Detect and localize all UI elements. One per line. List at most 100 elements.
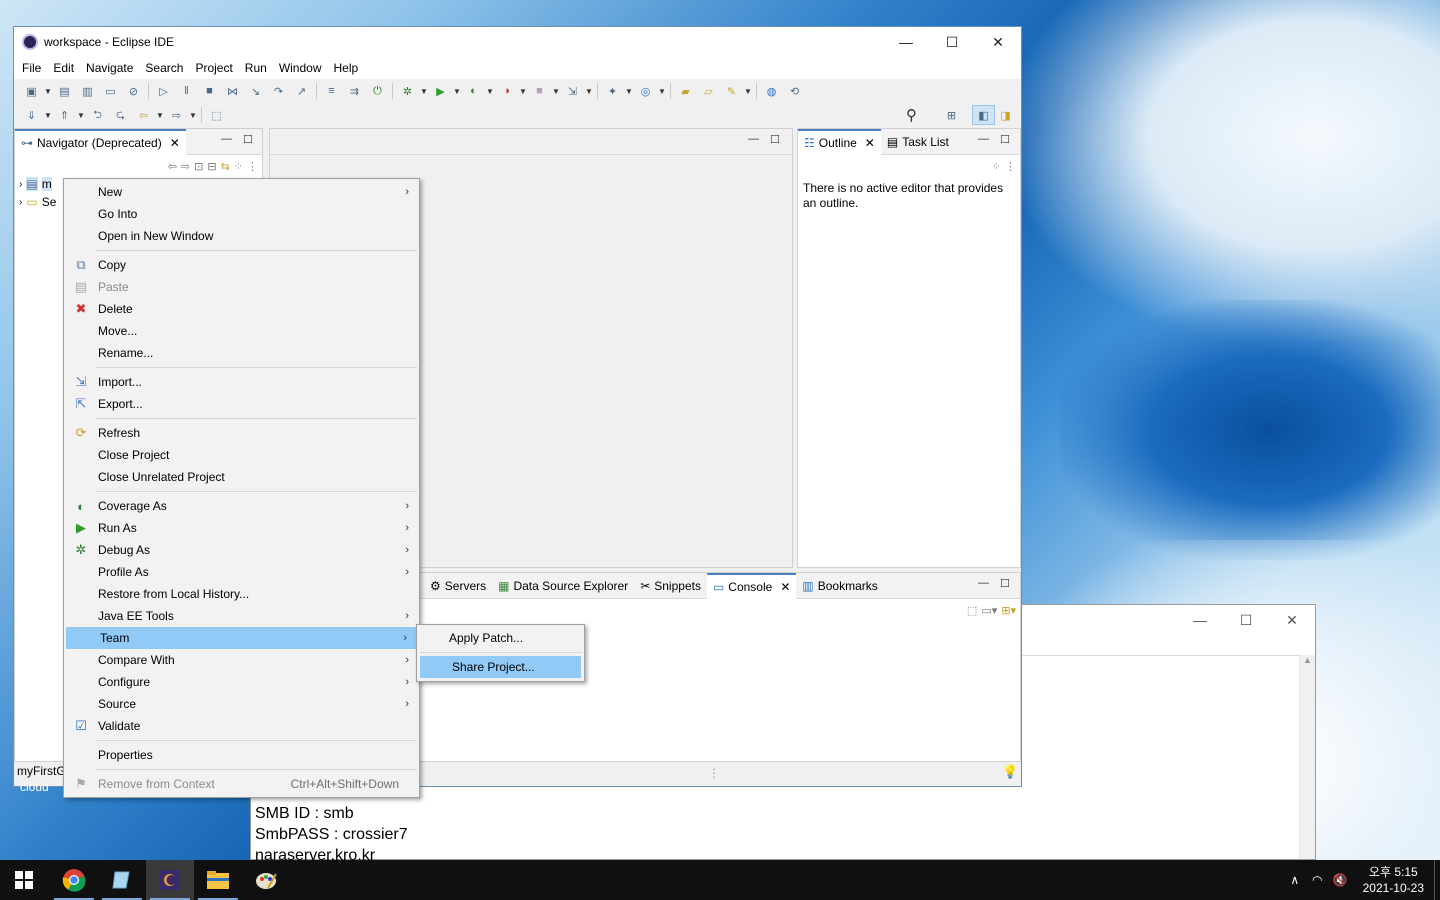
menu-item-coverage-as[interactable]: ◐ Coverage As ›	[64, 495, 419, 517]
search-tool-icon[interactable]: ✎	[720, 81, 743, 101]
forward-edit-icon[interactable]: ⮎	[109, 105, 132, 125]
menu-item-validate[interactable]: ☑ Validate	[64, 715, 419, 737]
chevron-down-icon[interactable]: ▼	[584, 81, 594, 101]
focus-icon[interactable]: ⁘	[992, 160, 1001, 173]
tab-console[interactable]: ▭ Console ✕	[706, 572, 797, 599]
run-icon[interactable]: ▶	[429, 81, 452, 101]
stop-icon[interactable]: ■	[528, 81, 551, 101]
menu-item-team[interactable]: Team ›	[66, 627, 417, 649]
focus-icon[interactable]: ⁘	[234, 160, 243, 173]
forward-icon[interactable]: ⇨	[165, 105, 188, 125]
new-icon[interactable]: ▣	[20, 81, 43, 101]
menu-item-delete[interactable]: ✖ Delete	[64, 298, 419, 320]
menu-item-properties[interactable]: Properties	[64, 744, 419, 766]
volume-icon[interactable]: 🔇	[1328, 873, 1353, 887]
show-desktop-button[interactable]	[1434, 860, 1440, 900]
minimize-icon[interactable]: —	[978, 577, 989, 589]
coverage-icon[interactable]: ◐	[462, 81, 485, 101]
step-into-icon[interactable]: ↘	[244, 81, 267, 101]
maximize-icon[interactable]: ☐	[243, 133, 253, 146]
sync-icon[interactable]: ⟲	[783, 81, 806, 101]
menu-item-java-ee-tools[interactable]: Java EE Tools ›	[64, 605, 419, 627]
taskbar-eclipse[interactable]	[146, 860, 194, 900]
menu-item-rename[interactable]: Rename...	[64, 342, 419, 364]
chevron-down-icon[interactable]: ▼	[452, 81, 462, 101]
taskbar-file-explorer[interactable]	[194, 860, 242, 900]
desktop-label[interactable]: cloud	[20, 780, 49, 794]
pin-editor-icon[interactable]: ⬚	[205, 105, 228, 125]
menu-item-apply-patch[interactable]: Apply Patch...	[417, 627, 584, 649]
chevron-down-icon[interactable]: ▼	[518, 81, 528, 101]
web-browser-icon[interactable]: ◍	[760, 81, 783, 101]
deploy-icon[interactable]: ⇲	[561, 81, 584, 101]
menu-item-debug-as[interactable]: ✲ Debug As ›	[64, 539, 419, 561]
taskbar-paint[interactable]	[242, 860, 290, 900]
lightbulb-icon[interactable]: 💡	[1002, 764, 1018, 780]
menu-item-open-in-new-window[interactable]: Open in New Window	[64, 225, 419, 247]
clock[interactable]: 오후 5:15 2021-10-23	[1353, 864, 1434, 896]
taskbar-chrome[interactable]	[50, 860, 98, 900]
collapse-all-icon[interactable]: ⊟	[207, 160, 216, 173]
last-edit-location-icon[interactable]: ⮌	[86, 105, 109, 125]
open-console-icon[interactable]: ⊞▾	[1001, 604, 1016, 617]
minimize-icon[interactable]: —	[978, 133, 989, 145]
tab-data-source-explorer[interactable]: ▦ Data Source Explorer	[492, 573, 634, 599]
drop-to-frame-icon[interactable]: ⇉	[343, 81, 366, 101]
start-server-icon[interactable]: ⏻	[366, 81, 389, 101]
debug-icon[interactable]: ✲	[396, 81, 419, 101]
chevron-down-icon[interactable]: ▼	[485, 81, 495, 101]
up-icon[interactable]: ⊡	[194, 160, 203, 173]
menu-item-remove-from-context[interactable]: ⚑ Remove from Context Ctrl+Alt+Shift+Down	[64, 773, 419, 795]
menu-item-source[interactable]: Source ›	[64, 693, 419, 715]
minimize-icon[interactable]: —	[1177, 612, 1223, 628]
close-icon[interactable]: ✕	[780, 580, 790, 594]
maximize-icon[interactable]: ☐	[1000, 577, 1010, 590]
vertical-scrollbar[interactable]: ▲	[1299, 655, 1315, 859]
open-perspective-icon[interactable]: ⊞	[940, 105, 963, 125]
terminate-icon[interactable]: ■	[198, 81, 221, 101]
menu-item-go-into[interactable]: Go Into	[64, 203, 419, 225]
display-console-icon[interactable]: ▭▾	[981, 604, 997, 617]
back-icon[interactable]: ⇦	[132, 105, 155, 125]
menu-help[interactable]: Help	[328, 61, 365, 75]
suspend-icon[interactable]: ‖	[175, 81, 198, 101]
save-icon[interactable]: ▤	[53, 81, 76, 101]
new-java-project-icon[interactable]: ✦	[601, 81, 624, 101]
tree-item[interactable]: › ▤ m	[19, 177, 52, 191]
view-menu-icon[interactable]: ⋮	[247, 160, 258, 173]
menu-item-move[interactable]: Move...	[64, 320, 419, 342]
minimize-icon[interactable]: —	[748, 133, 759, 145]
minimize-icon[interactable]: —	[221, 133, 232, 145]
menu-item-export[interactable]: ⇱ Export...	[64, 393, 419, 415]
view-menu-icon[interactable]: ⋮	[1005, 160, 1016, 173]
close-icon[interactable]: ✕	[170, 136, 180, 150]
menu-item-new[interactable]: New ›	[64, 181, 419, 203]
back-icon[interactable]: ⇦	[168, 160, 177, 173]
chevron-down-icon[interactable]: ▼	[624, 81, 634, 101]
start-button[interactable]	[0, 860, 48, 900]
maximize-button[interactable]: ☐	[929, 34, 975, 51]
disconnect-icon[interactable]: ⋈	[221, 81, 244, 101]
menu-edit[interactable]: Edit	[47, 61, 80, 75]
menu-item-compare-with[interactable]: Compare With ›	[64, 649, 419, 671]
chevron-down-icon[interactable]: ▼	[43, 81, 53, 101]
external-tools-icon[interactable]: ◑	[495, 81, 518, 101]
menu-run[interactable]: Run	[239, 61, 273, 75]
menu-item-share-project[interactable]: Share Project...	[420, 656, 581, 678]
menu-item-copy[interactable]: ⧉ Copy	[64, 254, 419, 276]
close-icon[interactable]: ✕	[865, 136, 875, 150]
minimize-button[interactable]: —	[883, 34, 929, 50]
menu-item-profile-as[interactable]: Profile As ›	[64, 561, 419, 583]
tab-navigator[interactable]: ⊶ Navigator (Deprecated) ✕	[15, 128, 186, 155]
menu-item-configure[interactable]: Configure ›	[64, 671, 419, 693]
chevron-down-icon[interactable]: ▼	[419, 81, 429, 101]
search-icon[interactable]: ⚲	[900, 105, 923, 125]
menu-item-paste[interactable]: ▤ Paste	[64, 276, 419, 298]
step-over-icon[interactable]: ↷	[267, 81, 290, 101]
menu-window[interactable]: Window	[273, 61, 328, 75]
open-type-icon[interactable]: ▰	[674, 81, 697, 101]
tab-snippets[interactable]: ✂ Snippets	[634, 573, 707, 599]
tree-item[interactable]: › ▭ Se	[19, 195, 56, 209]
menu-search[interactable]: Search	[139, 61, 189, 75]
menu-item-close-unrelated-project[interactable]: Close Unrelated Project	[64, 466, 419, 488]
